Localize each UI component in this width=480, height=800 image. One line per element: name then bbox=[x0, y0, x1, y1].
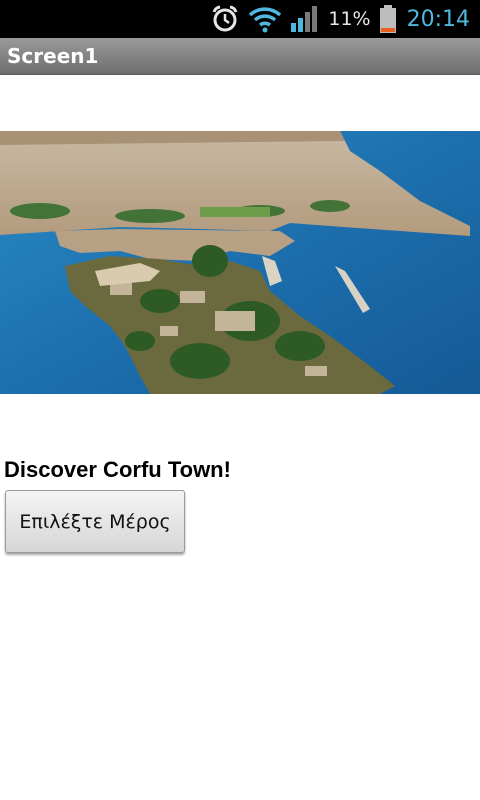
battery-icon bbox=[379, 4, 397, 34]
signal-icon bbox=[290, 5, 320, 33]
choose-place-button[interactable]: Επιλέξτε Μέρος bbox=[5, 490, 185, 553]
app-title-bar: Screen1 bbox=[0, 38, 480, 75]
alarm-icon bbox=[210, 4, 240, 34]
battery-percent: 11% bbox=[328, 8, 371, 30]
wifi-icon bbox=[248, 5, 282, 33]
discover-heading: Discover Corfu Town! bbox=[4, 457, 231, 482]
screen-title: Screen1 bbox=[7, 44, 99, 68]
corfu-aerial-image bbox=[0, 131, 480, 394]
status-bar: 11% 20:14 bbox=[0, 0, 480, 38]
clock: 20:14 bbox=[406, 6, 470, 32]
